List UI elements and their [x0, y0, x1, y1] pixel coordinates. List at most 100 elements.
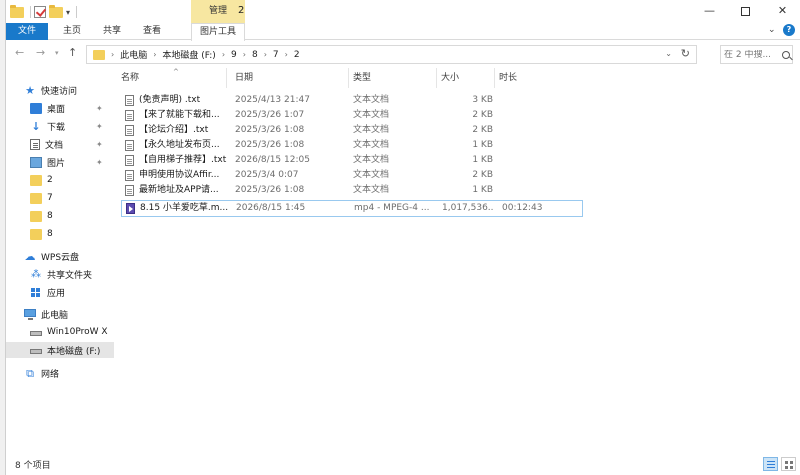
breadcrumb-chevron-icon[interactable]: › — [264, 50, 267, 59]
search-input[interactable] — [724, 49, 780, 60]
nav-label: 网络 — [41, 369, 60, 380]
nav-label: 桌面 — [47, 104, 66, 115]
file-duration — [501, 108, 571, 123]
nav-item-folder-8b[interactable]: 8 — [6, 226, 114, 242]
tab-home[interactable]: 主页 — [56, 23, 88, 40]
recent-locations-chevron-icon[interactable]: ▾ — [55, 49, 59, 57]
file-duration — [501, 168, 571, 183]
new-folder-icon[interactable] — [49, 4, 63, 18]
file-date: 2025/3/26 1:08 — [235, 125, 305, 135]
file-size: 1 KB — [472, 140, 493, 150]
file-date: 2025/3/26 1:08 — [235, 185, 305, 195]
forward-arrow-icon[interactable]: → — [36, 46, 45, 59]
table-row[interactable]: 【来了就能下载和... 2025/3/26 1:07 文本文档 2 KB — [121, 108, 583, 123]
breadcrumb-this-pc[interactable]: 此电脑 — [120, 48, 147, 61]
breadcrumb-drive-f[interactable]: 本地磁盘 (F:) — [162, 48, 215, 61]
tab-view[interactable]: 查看 — [136, 23, 168, 40]
file-name: 【论坛介绍】.txt — [139, 125, 209, 135]
table-row-selected[interactable]: 8.15 小羊爱吃草.m... 2026/8/15 1:45 mp4 - MPE… — [121, 200, 583, 217]
file-size: 1,017,536... — [442, 203, 494, 213]
table-row[interactable]: 最新地址及APP请... 2025/3/26 1:08 文本文档 1 KB — [121, 183, 583, 198]
details-view-icon[interactable] — [763, 457, 778, 471]
nav-item-folder-2[interactable]: 2 — [6, 172, 114, 188]
nav-label: 本地磁盘 (F:) — [47, 346, 101, 357]
nav-item-drive-win10[interactable]: Win10ProW X — [6, 324, 114, 340]
file-name: 8.15 小羊爱吃草.m... — [140, 203, 229, 213]
toolbar-divider — [76, 6, 78, 18]
breadcrumb-2[interactable]: 2 — [294, 50, 300, 60]
nav-item-pictures[interactable]: 图片 ✦ — [6, 154, 114, 170]
expand-ribbon-icon[interactable]: ⌄ — [768, 25, 776, 35]
refresh-icon[interactable]: ↻ — [681, 47, 690, 60]
table-row[interactable]: 【论坛介绍】.txt 2025/3/26 1:08 文本文档 2 KB — [121, 123, 583, 138]
breadcrumb-chevron-icon[interactable]: › — [153, 50, 156, 59]
table-row[interactable]: 申明使用协议Affir... 2025/3/4 0:07 文本文档 2 KB — [121, 168, 583, 183]
table-row[interactable]: (免责声明) .txt 2025/4/13 21:47 文本文档 3 KB — [121, 93, 583, 108]
file-date: 2025/4/13 21:47 — [235, 95, 310, 105]
tab-picture-tools[interactable]: 图片工具 — [191, 23, 245, 41]
nav-label: 7 — [47, 193, 53, 203]
pin-icon[interactable]: ✦ — [96, 158, 103, 167]
file-type: 文本文档 — [353, 125, 390, 135]
nav-item-quick-access[interactable]: ★ 快速访问 — [6, 82, 114, 98]
nav-item-wps-cloud[interactable]: ☁ WPS云盘 — [6, 248, 114, 264]
breadcrumb-9[interactable]: 9 — [231, 50, 237, 60]
up-arrow-icon[interactable]: ↑ — [68, 46, 77, 59]
breadcrumb-chevron-icon[interactable]: › — [243, 50, 246, 59]
table-row[interactable]: 【永久地址发布页... 2025/3/26 1:08 文本文档 1 KB — [121, 138, 583, 153]
nav-item-network[interactable]: ⧉ 网络 — [6, 365, 114, 381]
text-file-icon — [125, 95, 134, 106]
nav-item-folder-8[interactable]: 8 — [6, 208, 114, 224]
nav-item-downloads[interactable]: ↓ 下载 ✦ — [6, 118, 114, 134]
folder-icon[interactable] — [10, 4, 24, 18]
address-history-chevron-icon[interactable]: ⌄ — [665, 49, 672, 58]
large-icons-view-icon[interactable] — [781, 457, 796, 471]
network-icon: ⧉ — [26, 366, 34, 380]
breadcrumb-chevron-icon[interactable]: › — [285, 50, 288, 59]
column-header-size[interactable]: 大小 — [437, 68, 495, 88]
breadcrumb-chevron-icon[interactable]: › — [111, 50, 114, 59]
manage-context-label[interactable]: 管理 — [191, 0, 245, 23]
breadcrumb-chevron-icon[interactable]: › — [222, 50, 225, 59]
nav-item-folder-7[interactable]: 7 — [6, 190, 114, 206]
pictures-icon — [30, 156, 42, 168]
nav-item-this-pc[interactable]: 此电脑 — [6, 306, 114, 322]
column-label: 名称 — [121, 73, 140, 83]
column-header-name[interactable]: 名称 ^ — [117, 68, 227, 88]
column-header-date[interactable]: 日期 — [231, 68, 349, 88]
nav-item-apps[interactable]: 应用 — [6, 284, 114, 300]
nav-label: 此电脑 — [41, 310, 69, 321]
text-file-icon — [125, 185, 134, 196]
close-button[interactable]: ✕ — [766, 0, 799, 23]
minimize-button[interactable]: — — [693, 0, 726, 23]
maximize-button[interactable] — [729, 0, 762, 23]
pin-icon[interactable]: ✦ — [96, 140, 103, 149]
nav-item-shared-folder[interactable]: ⁂ 共享文件夹 — [6, 266, 114, 282]
breadcrumb-8[interactable]: 8 — [252, 50, 258, 60]
pin-icon[interactable]: ✦ — [96, 104, 103, 113]
file-date: 2025/3/26 1:07 — [235, 110, 305, 120]
file-size: 2 KB — [472, 125, 493, 135]
tab-file[interactable]: 文件 — [6, 23, 48, 40]
file-name: 【来了就能下载和... — [139, 110, 220, 120]
nav-item-desktop[interactable]: 桌面 ✦ — [6, 100, 114, 116]
nav-item-drive-f[interactable]: 本地磁盘 (F:) — [6, 342, 114, 358]
back-arrow-icon[interactable]: ← — [15, 46, 24, 59]
file-name: 最新地址及APP请... — [139, 185, 219, 195]
breadcrumb-7[interactable]: 7 — [273, 50, 279, 60]
column-header-duration[interactable]: 时长 — [495, 68, 575, 88]
nav-label: Win10ProW X — [47, 327, 108, 337]
properties-check-icon[interactable] — [34, 6, 46, 18]
sort-ascending-icon: ^ — [173, 68, 179, 76]
nav-item-documents[interactable]: 文档 ✦ — [6, 136, 114, 152]
pin-icon[interactable]: ✦ — [96, 122, 103, 131]
search-icon[interactable] — [782, 50, 790, 59]
file-date: 2025/3/26 1:08 — [235, 140, 305, 150]
table-row[interactable]: 【自用梯子推荐】.txt 2026/8/15 12:05 文本文档 1 KB — [121, 153, 583, 168]
help-icon[interactable]: ? — [783, 24, 795, 36]
customize-toolbar-chevron-icon[interactable]: ▾ — [66, 8, 70, 17]
nav-label: 共享文件夹 — [47, 270, 93, 281]
tab-share[interactable]: 共享 — [96, 23, 128, 40]
column-header-type[interactable]: 类型 — [349, 68, 437, 88]
search-box[interactable] — [720, 45, 793, 64]
